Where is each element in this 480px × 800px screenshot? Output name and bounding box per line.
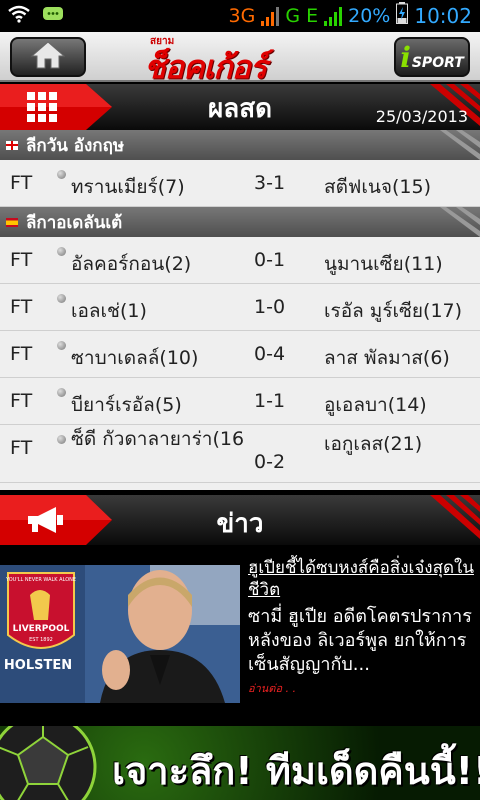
match-status: FT xyxy=(10,172,33,194)
league-header-england: ลีกวัน อังกฤษ xyxy=(0,130,480,160)
home-team: อัลคอร์กอน(2) xyxy=(71,253,192,275)
signal-bars-icon-2 xyxy=(324,6,343,26)
league-stripes xyxy=(440,130,480,160)
home-team: บียาร์เรอัล(5) xyxy=(71,394,182,416)
app-bar: สยาม ช็อคเก้อร์ i SPORT xyxy=(0,32,480,86)
wifi-icon xyxy=(8,5,30,27)
bullet-icon xyxy=(57,294,66,303)
match-score: 1-0 xyxy=(254,296,286,318)
isport-button[interactable]: i SPORT xyxy=(394,37,470,77)
status-bar: 3G G E 20% 10:02 xyxy=(0,0,480,32)
svg-text:YOU'LL NEVER WALK ALONE: YOU'LL NEVER WALK ALONE xyxy=(5,577,76,583)
svg-text:EST 1892: EST 1892 xyxy=(29,637,53,643)
news-summary: ซามี่ ฮูเปีย อดีตโคตรปราการหลังของ ลิเวอ… xyxy=(248,606,472,675)
match-status: FT xyxy=(10,343,33,365)
bullet-icon xyxy=(57,247,66,256)
away-team: เอกูเลส(21) xyxy=(324,433,423,455)
match-score: 0-1 xyxy=(254,249,286,271)
clock: 10:02 xyxy=(414,3,472,28)
match-score: 0-2 xyxy=(254,451,286,473)
away-team: นูมานเซีย(11) xyxy=(324,253,443,275)
match-status: FT xyxy=(10,390,33,412)
away-team: เรอัล มูร์เซีย(17) xyxy=(324,300,463,322)
home-icon xyxy=(30,40,66,74)
header-stripes xyxy=(430,495,480,539)
home-button[interactable] xyxy=(10,37,86,77)
match-row[interactable]: FT อัลคอร์กอน(2) 0-1 นูมานเซีย(11) xyxy=(0,237,480,284)
league-name: ลีกาอเดลันเต้ xyxy=(26,212,123,233)
isport-label: SPORT xyxy=(411,55,464,71)
home-team: ซาบาเดลล์(10) xyxy=(71,347,199,369)
england-flag-icon xyxy=(6,140,18,150)
isport-i: i xyxy=(400,40,411,74)
svg-text:LIVERPOOL: LIVERPOOL xyxy=(13,624,70,634)
news-image[interactable]: YOU'LL NEVER WALK ALONE LIVERPOOL EST 18… xyxy=(0,565,240,703)
message-icon xyxy=(42,5,64,27)
svg-text:HOLSTEN: HOLSTEN xyxy=(4,658,72,673)
news-item[interactable]: YOU'LL NEVER WALK ALONE LIVERPOOL EST 18… xyxy=(0,545,480,725)
away-team: อูเอลบา(14) xyxy=(324,394,427,416)
live-scores-header: ผลสด 25/03/2013 xyxy=(0,84,480,130)
bullet-icon xyxy=(57,341,66,350)
network-3g-label: 3G xyxy=(228,4,256,27)
promo-banner[interactable]: เจาะลึก! ทีมเด็ดคืนนี้!! xyxy=(0,726,480,800)
signal-bars-icon xyxy=(261,6,280,26)
banner-text: เจาะลึก! ทีมเด็ดคืนนี้!! xyxy=(112,749,480,793)
match-status: FT xyxy=(10,437,33,459)
match-row[interactable]: FT บียาร์เรอัล(5) 1-1 อูเอลบา(14) xyxy=(0,378,480,425)
read-more-link[interactable]: อ่านต่อ . . xyxy=(248,679,476,697)
bullet-icon xyxy=(57,170,66,179)
match-status: FT xyxy=(10,249,33,271)
away-team: ลาส พัลมาส(6) xyxy=(324,347,450,369)
app-logo: สยาม ช็อคเก้อร์ xyxy=(144,34,338,86)
news-headline-link[interactable]: ฮูเปียชี้ได้ซบหงส์คือสิ่งเจ๋งสุดในชีวิต xyxy=(248,557,476,601)
match-score: 3-1 xyxy=(254,172,286,194)
bullet-icon xyxy=(57,435,66,444)
match-status: FT xyxy=(10,296,33,318)
league-stripes xyxy=(440,207,480,237)
network-ge-label: G E xyxy=(285,4,319,27)
home-team: ทรานเมียร์(7) xyxy=(71,176,185,198)
league-header-spain: ลีกาอเดลันเต้ xyxy=(0,207,480,237)
news-text: ฮูเปียชี้ได้ซบหงส์คือสิ่งเจ๋งสุดในชีวิต … xyxy=(248,557,476,697)
bullet-icon xyxy=(57,388,66,397)
home-team: ซ็ดี กัวดาลายาร่า(16 xyxy=(71,428,245,450)
match-score: 0-4 xyxy=(254,343,286,365)
scores-list: ลีกวัน อังกฤษ FT ทรานเมียร์(7) 3-1 สตีฟเ… xyxy=(0,130,480,490)
battery-percent: 20% xyxy=(348,4,391,27)
home-team: เอลเช่(1) xyxy=(71,300,147,322)
news-header: ข่าว xyxy=(0,495,480,545)
match-score: 1-1 xyxy=(254,390,286,412)
match-row[interactable]: FT ซ็ดี กัวดาลายาร่า(16 0-2 เอกูเลส(21) xyxy=(0,425,480,483)
spain-flag-icon xyxy=(6,217,18,227)
away-team: สตีฟเนจ(15) xyxy=(324,176,432,198)
match-row[interactable]: FT ทรานเมียร์(7) 3-1 สตีฟเนจ(15) xyxy=(0,160,480,207)
battery-charging-icon xyxy=(396,2,409,29)
league-name: ลีกวัน อังกฤษ xyxy=(26,135,125,156)
live-date: 25/03/2013 xyxy=(375,107,468,126)
match-row[interactable]: FT เอลเช่(1) 1-0 เรอัล มูร์เซีย(17) xyxy=(0,284,480,331)
soccer-ball-icon xyxy=(0,726,98,800)
match-row[interactable]: FT ซาบาเดลล์(10) 0-4 ลาส พัลมาส(6) xyxy=(0,331,480,378)
